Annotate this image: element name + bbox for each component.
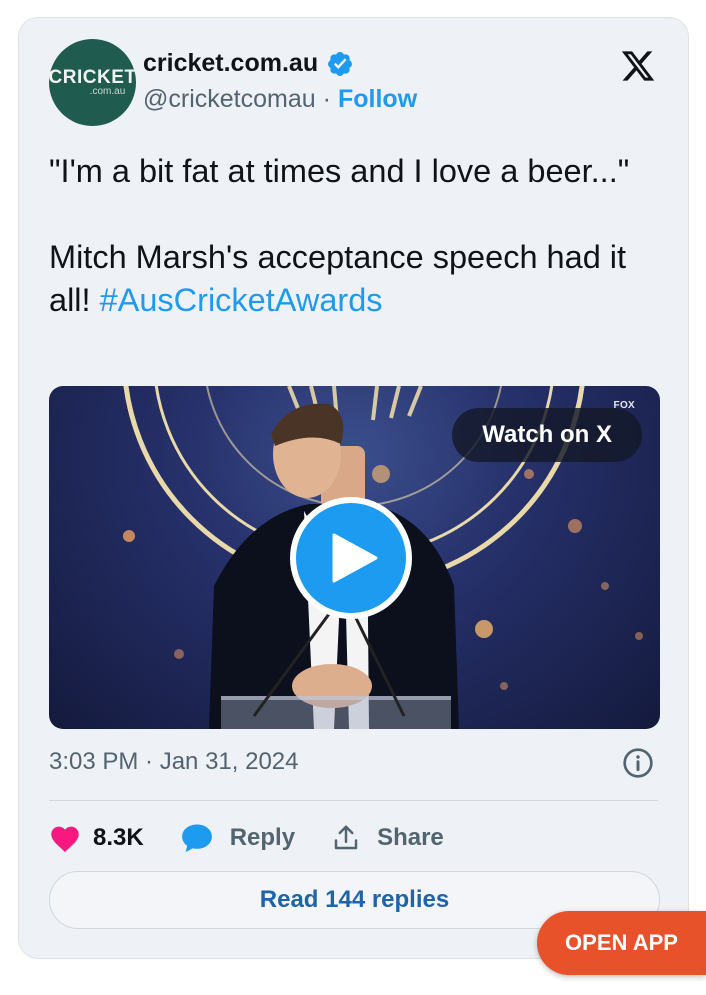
separator-dot: · [322,85,331,113]
play-icon [332,533,378,583]
video-thumbnail[interactable]: FOX Watch on X [49,386,660,729]
author-name-row: cricket.com.au [143,49,354,78]
tweet-timestamp[interactable]: 3:03 PM · Jan 31, 2024 [49,748,299,776]
reply-label: Reply [229,824,296,851]
action-bar: 8.3K Reply Share [49,818,480,858]
open-app-button[interactable]: OPEN APP [537,911,706,975]
x-logo-icon[interactable] [618,48,658,84]
info-icon[interactable] [622,747,654,779]
tweet-text: "I'm a bit fat at times and I love a bee… [49,150,669,322]
tweet-card: CRICKET .com.au cricket.com.au @cricketc… [18,17,689,959]
author-handle-row: @cricketcomau · Follow [143,85,417,114]
share-icon [334,825,358,850]
play-button[interactable] [290,497,412,619]
like-button[interactable]: 8.3K [49,823,144,853]
avatar-logo-subtext: .com.au [89,86,126,97]
author-display-name[interactable]: cricket.com.au [143,49,318,78]
heart-icon [51,826,79,852]
share-button[interactable]: Share [331,823,444,853]
reply-button[interactable]: Reply [180,822,295,854]
reply-bubble-icon [181,824,212,853]
follow-button[interactable]: Follow [338,85,417,114]
author-handle[interactable]: @cricketcomau [143,85,316,114]
watch-on-x-label: Watch on X [482,421,612,448]
avatar-logo-text: CRICKET [48,67,137,88]
share-label: Share [377,824,444,851]
avatar[interactable]: CRICKET .com.au [49,39,136,126]
watch-on-x-button[interactable]: Watch on X [452,408,642,462]
open-app-label: OPEN APP [565,930,678,955]
like-count: 8.3K [93,824,144,851]
divider [49,800,658,801]
hashtag-link[interactable]: #AusCricketAwards [100,282,383,318]
read-replies-label: Read 144 replies [259,886,450,913]
verified-badge-icon [328,51,353,76]
